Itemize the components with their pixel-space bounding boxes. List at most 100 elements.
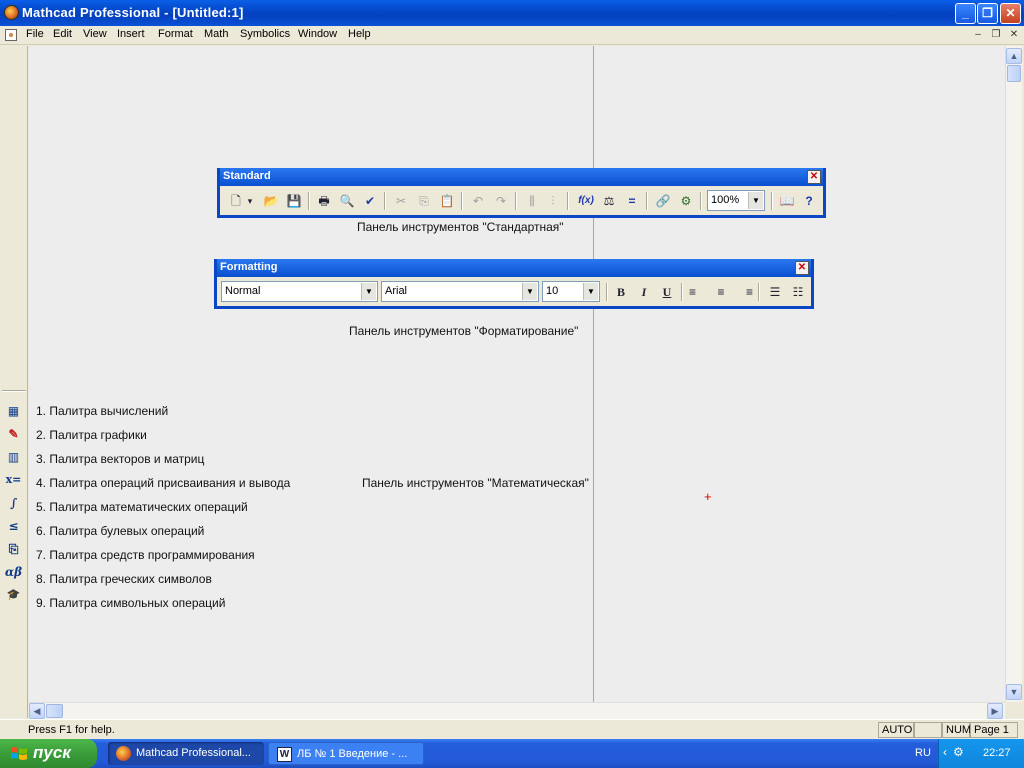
redo-icon[interactable]: ↷ (492, 192, 510, 210)
formatting-toolbar-close-button[interactable]: ✕ (795, 261, 809, 275)
taskbar: пуск Mathcad Professional... W ЛБ № 1 Вв… (0, 739, 1024, 768)
scroll-left-icon[interactable]: ◀ (29, 703, 45, 719)
menu-symbolics[interactable]: Symbolics (240, 28, 290, 40)
crosshair-cursor-icon: + (704, 489, 712, 504)
horizontal-scroll-thumb[interactable] (46, 704, 63, 718)
toolbar-separator (515, 192, 517, 210)
standard-toolbar: Standard ✕ 🗋 ▾ 📂 💾 🖶 🔍 ✔ ✂ ⎘ 📋 ↶ ↷ ⫼ ⫶ f… (217, 168, 826, 218)
chevron-down-icon[interactable]: ▼ (522, 283, 537, 300)
open-icon[interactable]: 📂 (262, 192, 280, 210)
taskbar-item-word[interactable]: W ЛБ № 1 Введение - ... (268, 742, 424, 765)
boolean-icon[interactable]: ≤ (4, 517, 23, 535)
symbolic-icon[interactable]: 🎓 (4, 586, 23, 604)
menu-window[interactable]: Window (298, 28, 337, 40)
matrix-icon[interactable]: ▥ (4, 448, 23, 466)
worksheet[interactable]: Панель инструментов "Стандартная" Панель… (29, 46, 1005, 702)
copy-icon[interactable]: ⎘ (415, 192, 433, 210)
menu-edit[interactable]: Edit (53, 28, 72, 40)
bold-icon[interactable]: B (612, 283, 630, 301)
style-value: Normal (225, 285, 261, 297)
align-left-icon[interactable]: ≡ (689, 283, 707, 301)
scroll-right-icon[interactable]: ▶ (987, 703, 1003, 719)
horizontal-scrollbar[interactable]: ◀ ▶ (29, 702, 1005, 719)
network-icon[interactable]: ⚙ (953, 745, 964, 759)
underline-icon[interactable]: U (658, 283, 676, 301)
status-num: NUM (942, 722, 971, 738)
standard-toolbar-title: Standard (223, 170, 271, 182)
font-value: Arial (385, 285, 408, 297)
list-item: 3. Палитра векторов и матриц (36, 452, 205, 466)
standard-toolbar-titlebar[interactable]: Standard ✕ (220, 168, 823, 186)
math-toolbar-caption: Панель инструментов "Математическая" (362, 476, 589, 490)
chevron-down-icon[interactable]: ▼ (361, 283, 376, 300)
spell-check-icon[interactable]: ✔ (361, 192, 379, 210)
align-across-icon[interactable]: ⫼ (523, 192, 541, 210)
insert-component-icon[interactable]: ⚙ (677, 192, 695, 210)
font-size-select[interactable]: 10 ▼ (542, 281, 600, 302)
language-indicator[interactable]: RU (915, 747, 931, 759)
zoom-select[interactable]: 100% ▼ (707, 190, 765, 211)
tray-arrow-icon[interactable]: ‹ (943, 745, 947, 759)
print-icon[interactable]: 🖶 (315, 192, 333, 210)
menu-file[interactable]: File (26, 28, 44, 40)
calculator-icon[interactable]: ▦ (4, 402, 23, 420)
standard-toolbar-close-button[interactable]: ✕ (807, 170, 821, 184)
programming-icon[interactable]: ⎘ (4, 540, 23, 558)
new-icon[interactable]: 🗋 (227, 192, 245, 210)
doc-minimize-button[interactable]: – (971, 29, 985, 42)
align-down-icon[interactable]: ⫶ (544, 192, 562, 210)
italic-icon[interactable]: I (635, 283, 653, 301)
vertical-scrollbar[interactable]: ▲ ▼ (1005, 46, 1022, 702)
resource-center-icon[interactable]: 📖 (778, 192, 796, 210)
doc-restore-button[interactable]: ❐ (989, 29, 1003, 42)
insert-hyperlink-icon[interactable]: 🔗 (654, 192, 672, 210)
menu-insert[interactable]: Insert (117, 28, 145, 40)
menu-format[interactable]: Format (158, 28, 193, 40)
formatting-toolbar-titlebar[interactable]: Formatting ✕ (217, 259, 811, 277)
greek-icon[interactable]: αβ (4, 563, 23, 581)
graph-icon[interactable]: ✎ (4, 425, 23, 443)
minimize-button[interactable]: _ (955, 3, 976, 24)
toolbar-separator (700, 192, 702, 210)
scroll-up-icon[interactable]: ▲ (1006, 48, 1022, 64)
menu-view[interactable]: View (83, 28, 107, 40)
formatting-toolbar-title: Formatting (220, 261, 278, 273)
clock[interactable]: 22:27 (983, 747, 1011, 759)
new-dropdown-icon[interactable]: ▾ (245, 192, 255, 210)
insert-function-icon[interactable]: f(x) (575, 192, 597, 210)
restore-button[interactable]: ❐ (977, 3, 998, 24)
undo-icon[interactable]: ↶ (469, 192, 487, 210)
scroll-down-icon[interactable]: ▼ (1006, 684, 1022, 700)
chevron-down-icon[interactable]: ▼ (748, 192, 763, 209)
font-select[interactable]: Arial ▼ (381, 281, 539, 302)
bullets-icon[interactable]: ☰ (766, 283, 784, 301)
align-center-icon[interactable]: ≡ (712, 283, 730, 301)
menu-help[interactable]: Help (348, 28, 371, 40)
status-blank (914, 722, 942, 738)
calculus-icon[interactable]: ∫ (4, 494, 23, 512)
insert-unit-icon[interactable]: ⚖ (600, 192, 618, 210)
chevron-down-icon[interactable]: ▼ (583, 283, 598, 300)
vertical-scroll-thumb[interactable] (1007, 65, 1021, 82)
start-button[interactable]: пуск (0, 739, 97, 768)
calculate-icon[interactable]: = (623, 192, 641, 210)
taskbar-item-mathcad[interactable]: Mathcad Professional... (108, 742, 264, 765)
paste-icon[interactable]: 📋 (438, 192, 456, 210)
align-right-icon[interactable]: ≡ (735, 283, 753, 301)
mathcad-app-icon[interactable] (4, 5, 19, 20)
menu-math[interactable]: Math (204, 28, 228, 40)
status-bar: Press F1 for help. AUTO NUM Page 1 (0, 719, 1024, 739)
close-button[interactable]: ✕ (1000, 3, 1021, 24)
help-icon[interactable]: ? (800, 192, 818, 210)
style-select[interactable]: Normal ▼ (221, 281, 378, 302)
title-bar: Mathcad Professional - [Untitled:1] _ ❐ … (0, 0, 1024, 26)
doc-close-button[interactable]: ✕ (1007, 29, 1021, 42)
document-menu-icon[interactable] (5, 29, 17, 41)
cut-icon[interactable]: ✂ (392, 192, 410, 210)
evaluation-icon[interactable]: x= (4, 471, 23, 489)
save-icon[interactable]: 💾 (285, 192, 303, 210)
numbering-icon[interactable]: ☷ (789, 283, 807, 301)
windows-logo-icon (11, 747, 27, 760)
print-preview-icon[interactable]: 🔍 (338, 192, 356, 210)
list-item: 8. Палитра греческих символов (36, 572, 212, 586)
